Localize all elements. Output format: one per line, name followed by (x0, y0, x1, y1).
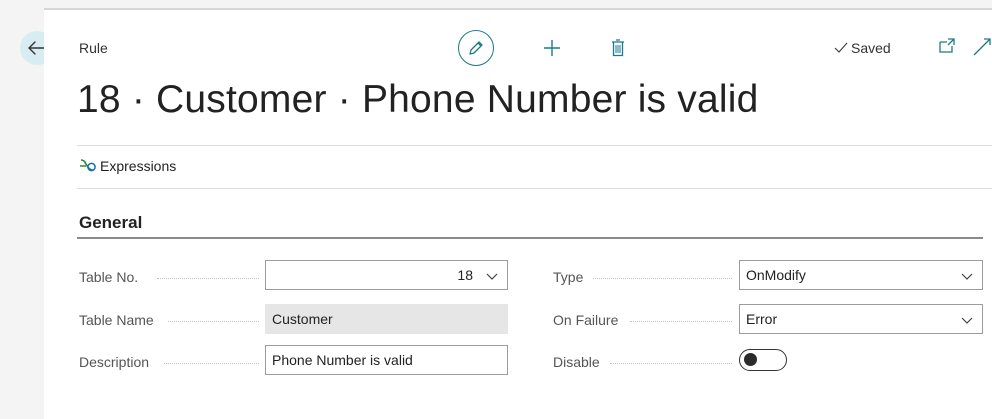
plus-icon (544, 40, 560, 56)
chevron-down-icon[interactable] (485, 269, 499, 283)
leader-dots (630, 321, 732, 323)
table-no-field[interactable]: 18 (265, 260, 508, 290)
edit-button[interactable] (458, 30, 494, 66)
leader-dots (610, 363, 732, 365)
saved-label: Saved (851, 40, 891, 56)
on-failure-label: On Failure (553, 312, 619, 328)
on-failure-select[interactable]: Error (739, 304, 983, 334)
page-caption: Rule (79, 40, 108, 56)
new-button[interactable] (538, 34, 566, 62)
pencil-icon (469, 41, 483, 55)
leader-dots (168, 321, 259, 323)
expressions-label: Expressions (100, 158, 177, 174)
delete-button[interactable] (604, 34, 632, 62)
expressions-action[interactable]: Expressions (79, 158, 176, 174)
chevron-down-icon[interactable] (960, 269, 974, 283)
description-value: Phone Number is valid (272, 352, 413, 368)
page-title: 18 · Customer · Phone Number is valid (77, 78, 759, 121)
table-name-label: Table Name (79, 312, 154, 328)
type-value: OnModify (746, 267, 806, 283)
expand-icon (973, 38, 991, 56)
table-name-field: Customer (265, 304, 508, 334)
expressions-icon (80, 159, 96, 172)
divider (77, 188, 992, 189)
description-label: Description (79, 354, 150, 370)
checkmark-icon (834, 42, 848, 53)
expand-button[interactable] (972, 37, 992, 57)
leader-dots (593, 278, 732, 280)
on-failure-value: Error (746, 311, 778, 327)
trash-icon (612, 39, 624, 57)
table-no-value: 18 (457, 267, 473, 283)
disable-label: Disable (553, 354, 600, 370)
divider (77, 145, 992, 146)
chevron-down-icon[interactable] (960, 313, 974, 327)
card-page (44, 10, 992, 419)
saved-status: Saved (834, 40, 891, 56)
open-in-new-window-button[interactable] (938, 37, 958, 57)
type-select[interactable]: OnModify (739, 260, 983, 290)
toggle-knob (744, 353, 757, 366)
table-name-value: Customer (272, 311, 333, 327)
disable-toggle[interactable] (739, 349, 787, 371)
section-underline (77, 237, 983, 239)
table-no-label: Table No. (79, 269, 139, 285)
leader-dots (157, 278, 259, 280)
description-field[interactable]: Phone Number is valid (265, 345, 508, 375)
section-title-general: General (79, 213, 143, 232)
type-label: Type (553, 269, 584, 285)
leader-dots (164, 363, 259, 365)
open-new-window-icon (939, 38, 955, 53)
